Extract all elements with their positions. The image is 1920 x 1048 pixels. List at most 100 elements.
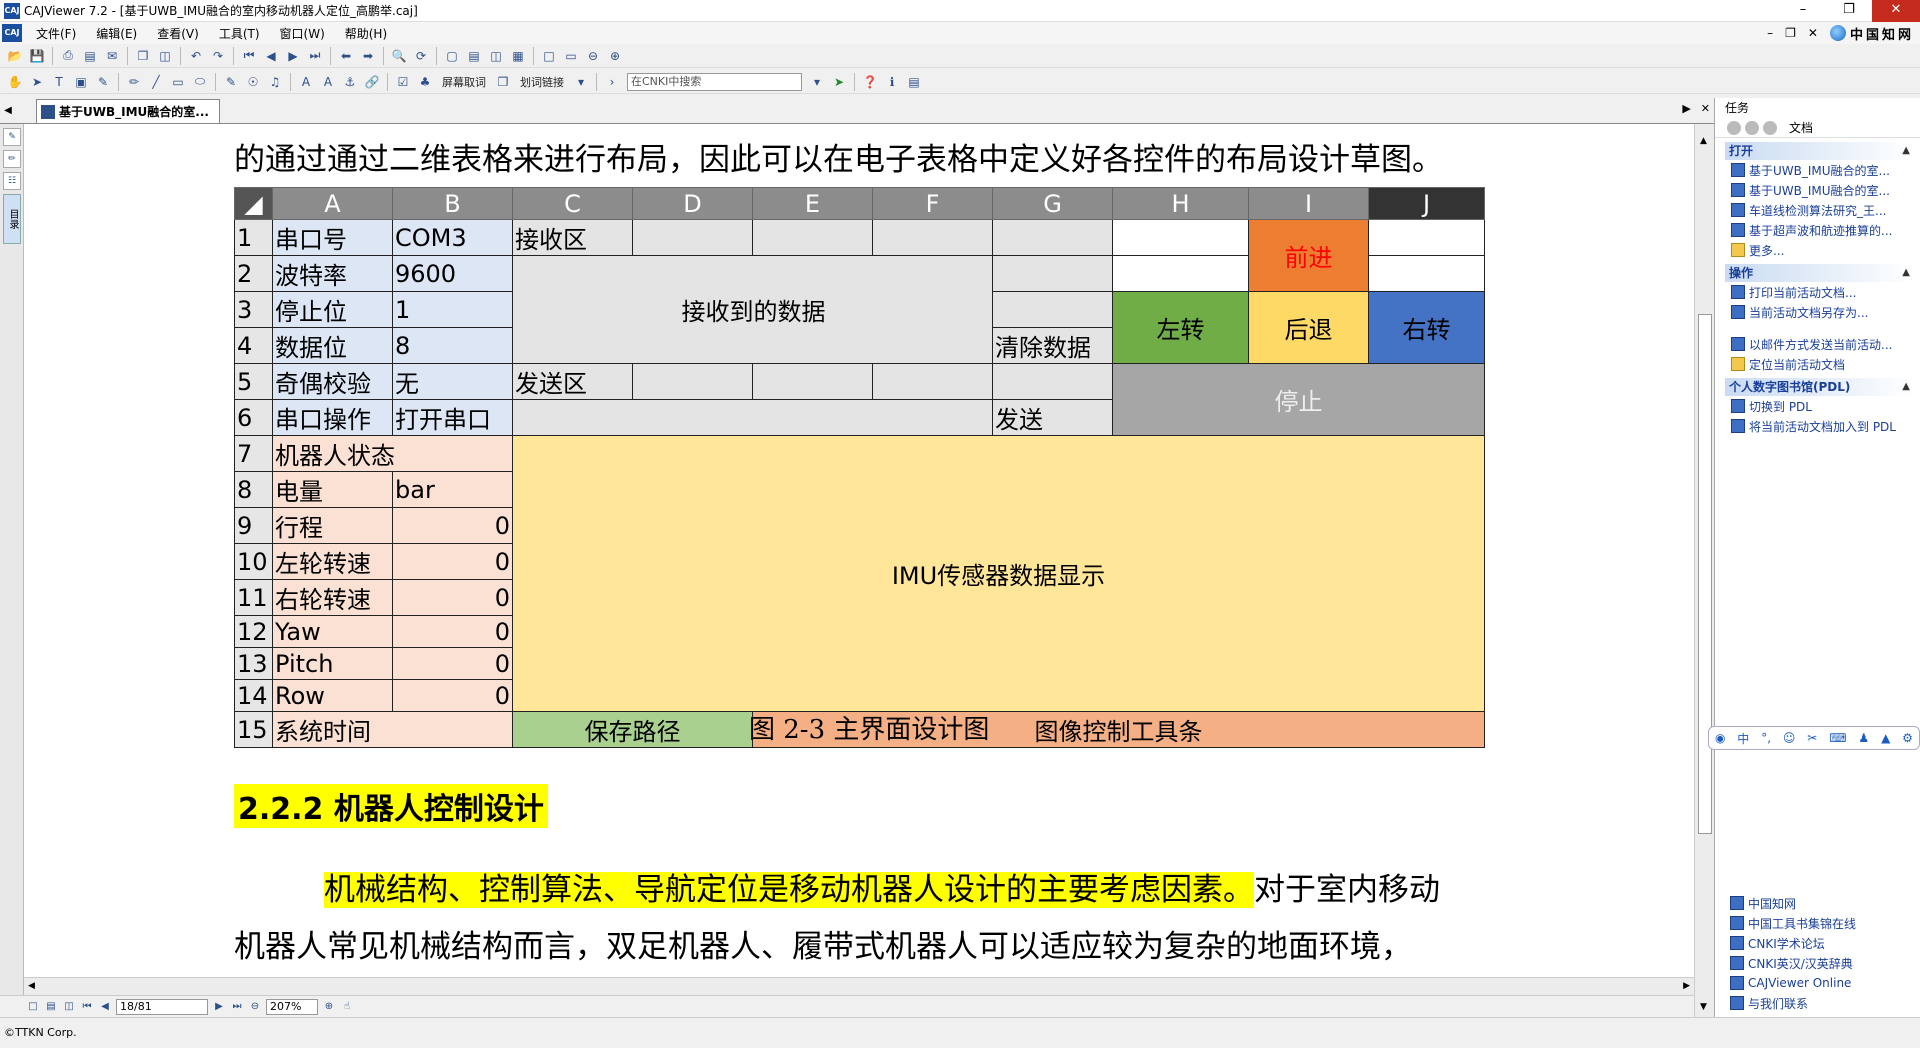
vertical-scrollbar[interactable]: ▲ ▼ xyxy=(1694,124,1714,1017)
back-icon[interactable] xyxy=(1727,120,1741,135)
prev-page-icon[interactable]: ◀ xyxy=(98,1000,112,1014)
chevron-down-icon[interactable]: ▾ xyxy=(572,73,590,91)
locate-document-item[interactable]: 定位当前活动文档 xyxy=(1725,354,1914,374)
ime-settings-icon[interactable]: ⚙ xyxy=(1902,731,1913,745)
ime-lang-icon[interactable]: 中 xyxy=(1737,730,1749,747)
scroll-up-icon[interactable]: ▲ xyxy=(1700,136,1707,146)
last-page-icon[interactable]: ⏭ xyxy=(306,47,324,65)
forward-icon[interactable] xyxy=(1745,120,1759,135)
word-link-label[interactable]: 划词链接 xyxy=(520,74,564,90)
recent-file-item[interactable]: 车道线检测算法研究_王... xyxy=(1725,200,1914,220)
pin-icon[interactable]: ☝ xyxy=(340,1000,354,1014)
print-document-item[interactable]: 打印当前活动文档... xyxy=(1725,282,1914,302)
pen-icon[interactable]: ✏ xyxy=(125,73,143,91)
scroll-right-icon[interactable]: ▶ xyxy=(1683,981,1690,991)
search-icon[interactable]: 🔍 xyxy=(390,47,408,65)
ellipse-icon[interactable]: ⬭ xyxy=(191,73,209,91)
facing-page-icon[interactable]: ◫ xyxy=(487,47,505,65)
ime-toolbar[interactable]: ◉ 中 °, ☺ ✂ ⌨ ♟ ▲ ⚙ xyxy=(1708,726,1920,750)
redo-icon[interactable]: ↷ xyxy=(209,47,227,65)
vertical-scroll-thumb[interactable] xyxy=(1698,314,1712,834)
continuous-page-icon[interactable]: ▤ xyxy=(44,1000,58,1014)
zoom-in-icon[interactable]: ⊕ xyxy=(606,47,624,65)
menu-edit[interactable]: 编辑(E) xyxy=(86,25,147,42)
anchor-icon[interactable]: ⚓ xyxy=(341,73,359,91)
scroll-down-icon[interactable]: ▼ xyxy=(1700,1002,1707,1012)
ime-logo-icon[interactable]: ◉ xyxy=(1715,731,1725,745)
panel-icon[interactable]: ▤ xyxy=(905,73,923,91)
back-icon[interactable]: ⬅ xyxy=(337,47,355,65)
underline-icon[interactable]: A xyxy=(319,73,337,91)
copy-icon[interactable]: ❐ xyxy=(134,47,152,65)
ime-scissors-icon[interactable]: ✂ xyxy=(1807,731,1817,745)
collapse-icon[interactable]: ▲ xyxy=(1902,378,1910,396)
zoom-out-icon[interactable]: ⊖ xyxy=(248,1000,262,1014)
go-icon[interactable]: ➤ xyxy=(830,73,848,91)
fit-page-icon[interactable]: □ xyxy=(540,47,558,65)
rotate-icon[interactable]: ⟳ xyxy=(412,47,430,65)
music-note-icon[interactable]: ♫ xyxy=(266,73,284,91)
line-icon[interactable]: ╱ xyxy=(147,73,165,91)
ime-punct-icon[interactable]: °, xyxy=(1761,731,1771,745)
link-dictionary[interactable]: CNKI英汉/汉英辞典 xyxy=(1724,953,1856,973)
undo-icon[interactable]: ↶ xyxy=(187,47,205,65)
collapse-icon[interactable]: ▲ xyxy=(1902,264,1910,282)
mail-icon[interactable]: ✉ xyxy=(103,47,121,65)
toc-tab[interactable]: 目录 xyxy=(3,194,21,244)
print-icon[interactable]: ⎙ xyxy=(59,47,77,65)
cnki-brand[interactable]: 中国知网 xyxy=(1829,24,1914,43)
menu-view[interactable]: 查看(V) xyxy=(147,25,209,42)
ime-skin-icon[interactable]: ▲ xyxy=(1881,731,1890,745)
prev-page-icon[interactable]: ◀ xyxy=(262,47,280,65)
tab-scroll-right-icon[interactable]: ▶ xyxy=(1682,102,1690,115)
link-reference-books[interactable]: 中国工具书集锦在线 xyxy=(1724,913,1856,933)
email-document-item[interactable]: 以邮件方式发送当前活动... xyxy=(1725,334,1914,354)
ime-user-icon[interactable]: ♟ xyxy=(1858,731,1869,745)
cnki-search-input[interactable]: 在CNKI中搜索 xyxy=(627,72,802,91)
note-icon[interactable]: ✎ xyxy=(222,73,240,91)
forward-icon[interactable]: ➡ xyxy=(359,47,377,65)
recent-file-item[interactable]: 基于UWB_IMU融合的室... xyxy=(1725,160,1914,180)
stamp-icon[interactable]: ☉ xyxy=(244,73,262,91)
menu-file[interactable]: 文件(F) xyxy=(26,25,86,42)
image-select-icon[interactable]: ▣ xyxy=(72,73,90,91)
word-pick-icon[interactable]: ♣ xyxy=(416,73,434,91)
single-page-icon[interactable]: □ xyxy=(26,1000,40,1014)
first-page-icon[interactable]: ⏮ xyxy=(240,47,258,65)
add-to-pdl-item[interactable]: 将当前活动文档加入到 PDL xyxy=(1725,416,1914,436)
next-page-icon[interactable]: ▶ xyxy=(284,47,302,65)
page-number-input[interactable]: 18/81 xyxy=(116,998,208,1015)
screen-pick-label[interactable]: 屏幕取词 xyxy=(442,74,486,90)
print-preview-icon[interactable]: ▤ xyxy=(81,47,99,65)
ime-emoji-icon[interactable]: ☺ xyxy=(1783,731,1796,745)
hand-tool-icon[interactable]: ✋ xyxy=(6,73,24,91)
more-files-item[interactable]: 更多... xyxy=(1725,240,1914,260)
fit-width-icon[interactable]: ▭ xyxy=(562,47,580,65)
operations-section-title[interactable]: 操作 ▲ xyxy=(1725,264,1914,282)
menu-window[interactable]: 窗口(W) xyxy=(270,25,335,42)
link-cajviewer-online[interactable]: CAJViewer Online xyxy=(1724,973,1856,993)
minimize-button[interactable]: – xyxy=(1780,0,1826,22)
last-page-icon[interactable]: ⏭ xyxy=(230,1000,244,1014)
open-section-title[interactable]: 打开 ▲ xyxy=(1725,142,1914,160)
continuous-page-icon[interactable]: ▤ xyxy=(465,47,483,65)
tab-scroll-left-icon[interactable]: ◀ xyxy=(0,99,16,123)
facing-page-icon[interactable]: ◫ xyxy=(62,1000,76,1014)
grid-view-icon[interactable]: ▦ xyxy=(509,47,527,65)
first-page-icon[interactable]: ⏮ xyxy=(80,1000,94,1014)
task-panel-nav-label[interactable]: 文档 xyxy=(1789,119,1813,136)
zoom-out-icon[interactable]: ⊖ xyxy=(584,47,602,65)
annotation-icon[interactable]: ✎ xyxy=(3,128,21,146)
menu-tools[interactable]: 工具(T) xyxy=(209,25,270,42)
zoom-in-icon[interactable]: ⊕ xyxy=(322,1000,336,1014)
ocr-icon[interactable]: ✎ xyxy=(94,73,112,91)
highlight-icon[interactable]: A xyxy=(297,73,315,91)
close-button[interactable]: ✕ xyxy=(1872,0,1920,22)
single-page-icon[interactable]: ▢ xyxy=(443,47,461,65)
next-page-icon[interactable]: ▶ xyxy=(212,1000,226,1014)
paste-icon[interactable]: ◫ xyxy=(156,47,174,65)
nav-right-icon[interactable]: › xyxy=(603,73,621,91)
pdl-section-title[interactable]: 个人数字图书馆(PDL) ▲ xyxy=(1725,378,1914,396)
screen-pick-icon[interactable]: ☑ xyxy=(394,73,412,91)
tab-close-icon[interactable]: ✕ xyxy=(1701,102,1710,115)
